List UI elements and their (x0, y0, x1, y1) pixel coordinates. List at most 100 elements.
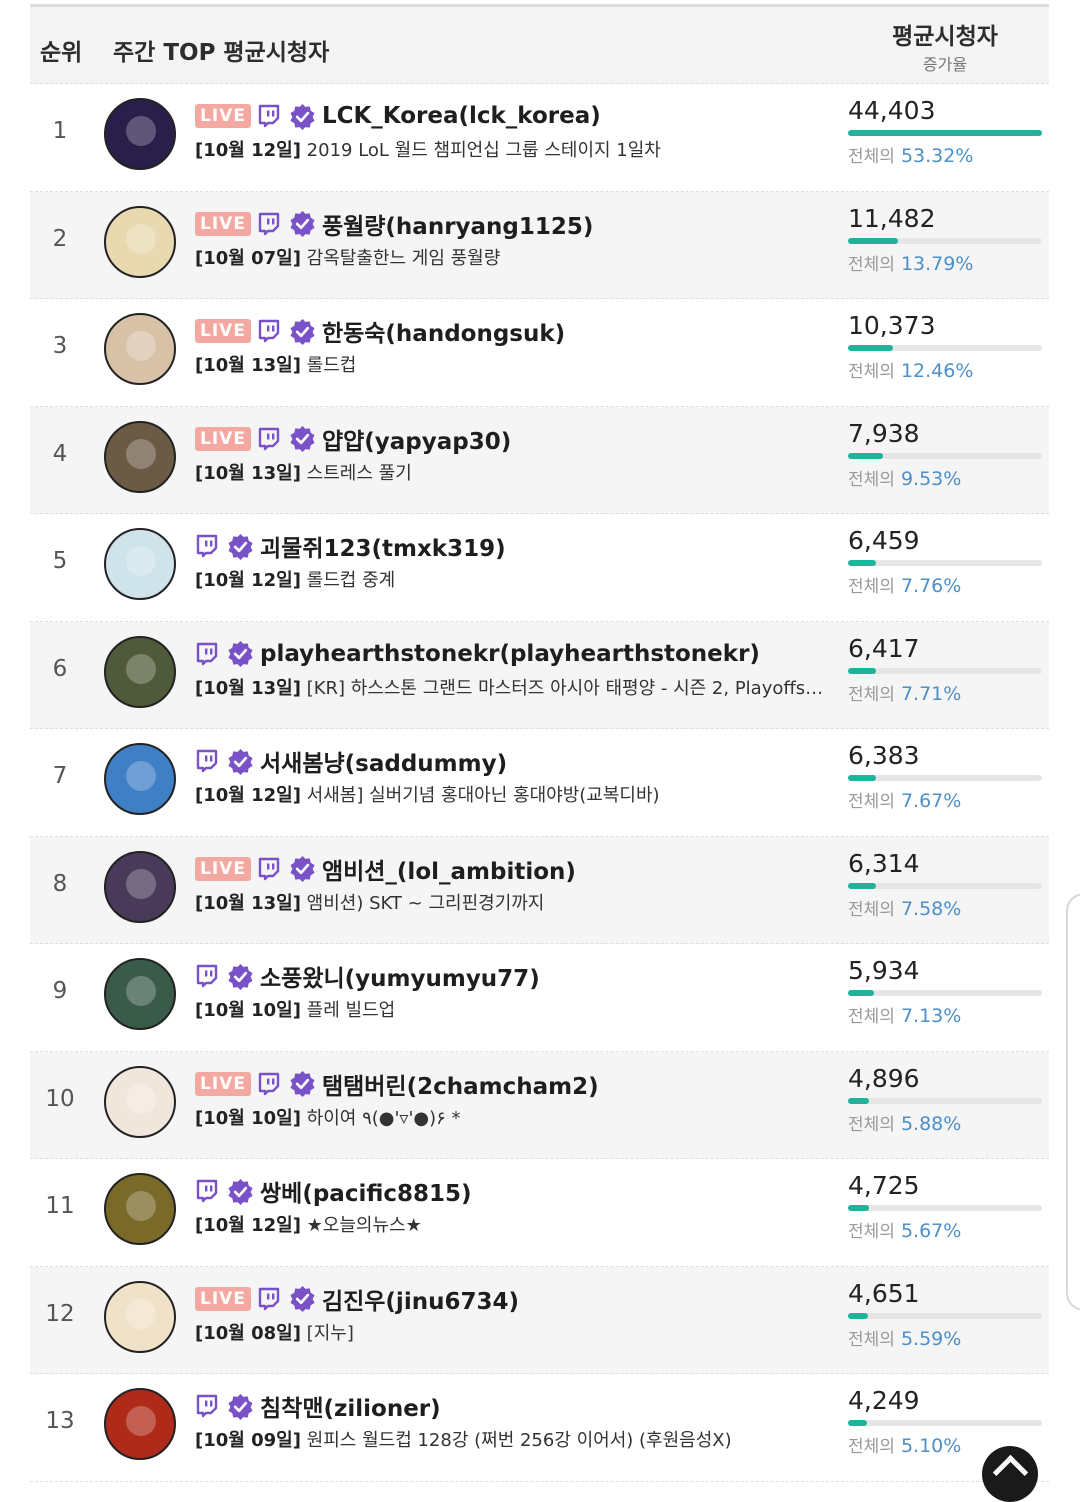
scroll-to-top-button[interactable] (982, 1446, 1038, 1502)
broadcast-title[interactable]: [10월 13일] 스트레스 풀기 (195, 459, 825, 485)
share-bar-fill (848, 1205, 869, 1211)
streamer-name-link[interactable]: 한동숙(handongsuk) (322, 314, 565, 348)
share-percent: 5.67% (900, 1220, 962, 1242)
live-badge: LIVE (195, 104, 251, 128)
average-viewers: 4,249 (848, 1386, 920, 1415)
broadcast-title[interactable]: [10월 08일] [지누] (195, 1319, 825, 1345)
broadcast-title[interactable]: [10월 13일] 앰비션) SKT ~ 그리핀경기까지 (195, 889, 825, 915)
table-row[interactable]: 5 괴물쥐123(tmxk319) [10월 12일] 롤드컵 중계 6,459… (30, 514, 1049, 622)
broadcast-title[interactable]: [10월 12일] 2019 LoL 월드 챔피언십 그룹 스테이지 1일차 (195, 136, 825, 162)
streamer-name-link[interactable]: 서새봄냥(saddummy) (260, 744, 507, 778)
broadcast-date: [10월 12일] (195, 785, 301, 806)
avatar[interactable] (104, 1173, 176, 1245)
live-badge: LIVE (195, 426, 251, 451)
broadcast-title[interactable]: [10월 12일] ★오늘의뉴스★ (195, 1211, 825, 1237)
broadcast-title[interactable]: [10월 10일] 플레 빌드업 (195, 996, 825, 1022)
share-text: 전체의 7.76% (848, 572, 961, 597)
table-row[interactable]: 3 LIVE 한동숙(handongsuk) [10월 13일] 롤드컵 10,… (30, 299, 1049, 407)
table-row[interactable]: 4 LIVE 얍얍(yapyap30) [10월 13일] 스트레스 풀기 7,… (30, 406, 1049, 514)
broadcast-title[interactable]: [10월 10일] 하이여 ٩(●'▿'●)۶ * (195, 1104, 825, 1130)
avatar[interactable] (104, 420, 176, 493)
streamer-name-link[interactable]: 탬탬버린(2chamcham2) (322, 1067, 599, 1101)
share-percent: 5.88% (900, 1112, 962, 1135)
viewer-metric: 6,417 전체의 7.71% (848, 622, 1043, 728)
table-row[interactable]: 2 LIVE 풍월량(hanryang1125) [10월 07일] 감옥탈출한… (30, 191, 1049, 299)
streamer-name-link[interactable]: 얍얍(yapyap30) (322, 422, 511, 456)
rank-number: 1 (52, 118, 68, 144)
share-bar-track (848, 882, 1042, 889)
avatar[interactable] (104, 313, 176, 385)
table-row[interactable]: 1 LIVE LCK_Korea(lck_korea) [10월 12일] 20… (30, 84, 1049, 192)
streamer-name-link[interactable]: LCK_Korea(lck_korea) (322, 103, 601, 129)
table-title: 주간 TOP 평균시청자 (113, 40, 330, 66)
viewer-metric: 4,896 전체의 5.88% (848, 1052, 1043, 1158)
streamer-name-link[interactable]: 앰비션_(lol_ambition) (322, 852, 576, 886)
avatar[interactable] (104, 98, 176, 170)
avatar[interactable] (104, 635, 176, 708)
streamer-name-link[interactable]: 김진우(jinu6734) (322, 1282, 519, 1316)
growth-sort-label[interactable]: 증가율 (850, 51, 1040, 75)
table-row[interactable]: 8 LIVE 앰비션_(lol_ambition) [10월 13일] 앰비션)… (30, 836, 1049, 944)
broadcast-title-text: 원피스 월드컵 128강 (쩌번 256강 이어서) (후원음성X) (306, 1430, 732, 1451)
twitch-icon (257, 1072, 281, 1096)
streamer-name-link[interactable]: 풍월량(hanryang1125) (322, 207, 593, 241)
share-prefix: 전체의 (848, 1007, 895, 1027)
broadcast-title-text: ★오늘의뉴스★ (306, 1215, 422, 1236)
share-prefix: 전체의 (848, 792, 895, 812)
share-text: 전체의 5.88% (848, 1110, 961, 1135)
share-prefix: 전체의 (848, 254, 895, 275)
avatar[interactable] (104, 205, 176, 278)
share-bar-track (848, 1205, 1042, 1211)
rank-number: 4 (52, 440, 68, 467)
verified-badge-icon (289, 855, 316, 882)
viewers-column-header[interactable]: 평균시청자 (850, 17, 1040, 51)
streamer-name-link[interactable]: 괴물쥐123(tmxk319) (260, 529, 506, 563)
table-row[interactable]: 11 쌍베(pacific8815) [10월 12일] ★오늘의뉴스★ 4,7… (30, 1159, 1049, 1267)
share-percent: 7.13% (900, 1005, 962, 1027)
twitch-icon (195, 749, 219, 773)
verified-badge-icon (289, 1285, 316, 1312)
broadcast-date: [10월 12일] (195, 140, 301, 161)
table-row[interactable]: 10 LIVE 탬탬버린(2chamcham2) [10월 10일] 하이여 ٩… (30, 1051, 1049, 1159)
broadcast-title[interactable]: [10월 13일] [KR] 하스스톤 그랜드 마스터즈 아시아 태평양 - 시… (195, 674, 825, 700)
broadcast-title[interactable]: [10월 12일] 서새봄] 실버기념 홍대아닌 홍대야방(교복디바) (195, 781, 825, 807)
broadcast-date: [10월 08일] (195, 1322, 301, 1344)
share-bar-track (848, 237, 1042, 244)
share-bar-fill (848, 130, 1042, 136)
broadcast-title[interactable]: [10월 13일] 롤드컵 (195, 351, 825, 377)
table-row[interactable]: 13 침착맨(zilioner) [10월 09일] 원피스 월드컵 128강 … (30, 1374, 1049, 1482)
streamer-name-link[interactable]: playhearthstonekr(playhearthstonekr) (260, 641, 760, 667)
streamer-line: LIVE 한동숙(handongsuk) (195, 315, 565, 347)
table-row[interactable]: 6 playhearthstonekr(playhearthstonekr) [… (30, 621, 1049, 729)
share-percent: 7.67% (900, 790, 962, 812)
broadcast-title-text: 감옥탈출한느 게임 풍월량 (306, 247, 501, 269)
avatar[interactable] (104, 1280, 176, 1353)
avatar[interactable] (104, 528, 176, 600)
avatar[interactable] (104, 1065, 176, 1138)
streamer-name-link[interactable]: 소풍왔니(yumyumyu77) (260, 959, 540, 993)
streamer-name-link[interactable]: 침착맨(zilioner) (260, 1389, 441, 1423)
broadcast-title[interactable]: [10월 12일] 롤드컵 중계 (195, 566, 825, 592)
broadcast-title-text: 하이여 ٩(●'▿'●)۶ * (306, 1107, 461, 1129)
streamer-name-link[interactable]: 쌍베(pacific8815) (260, 1174, 472, 1208)
avatar[interactable] (104, 958, 176, 1030)
table-row[interactable]: 9 소풍왔니(yumyumyu77) [10월 10일] 플레 빌드업 5,93… (30, 944, 1049, 1052)
share-bar-track (848, 990, 1042, 996)
share-prefix: 전체의 (848, 1222, 895, 1242)
share-prefix: 전체의 (848, 1329, 895, 1350)
table-row[interactable]: 7 서새봄냥(saddummy) [10월 12일] 서새봄] 실버기념 홍대아… (30, 729, 1049, 837)
share-bar-fill (848, 882, 876, 889)
table-row[interactable]: 12 LIVE 김진우(jinu6734) [10월 08일] [지누] 4,6… (30, 1266, 1049, 1374)
broadcast-title-text: [지누] (306, 1322, 354, 1344)
live-badge: LIVE (195, 856, 251, 881)
twitch-icon (257, 212, 281, 236)
side-scroll-handle[interactable] (1066, 893, 1080, 1311)
avatar[interactable] (104, 1388, 176, 1460)
verified-badge-icon (227, 963, 254, 990)
broadcast-title[interactable]: [10월 07일] 감옥탈출한느 게임 풍월량 (195, 244, 825, 270)
broadcast-date: [10월 13일] (195, 462, 301, 484)
avatar[interactable] (104, 743, 176, 815)
avatar[interactable] (104, 850, 176, 923)
table-header: 순위 주간 TOP 평균시청자 평균시청자 증가율 (30, 7, 1049, 84)
broadcast-title[interactable]: [10월 09일] 원피스 월드컵 128강 (쩌번 256강 이어서) (후원… (195, 1426, 825, 1452)
